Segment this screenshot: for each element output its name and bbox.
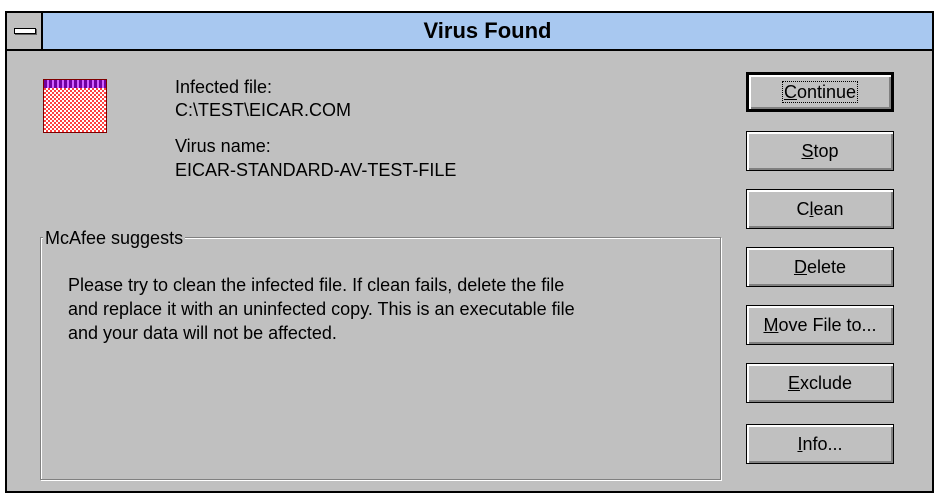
move-label-post: ove File to...: [778, 315, 877, 335]
stop-mnemonic: S: [801, 141, 814, 161]
move-file-button[interactable]: Move File to...: [746, 305, 894, 345]
clean-button[interactable]: Clean: [746, 189, 894, 229]
delete-mnemonic: D: [793, 257, 807, 277]
suggestion-line: and your data will not be affected.: [68, 323, 337, 343]
continue-button[interactable]: Continue: [746, 72, 894, 112]
delete-label-post: elete: [806, 257, 847, 277]
delete-button[interactable]: Delete: [746, 247, 894, 287]
exclude-label-post: xclude: [799, 373, 853, 393]
suggestion-line: Please try to clean the infected file. I…: [68, 275, 565, 295]
clean-label-post: ean: [813, 199, 844, 219]
window-title: Virus Found: [423, 18, 552, 43]
move-mnemonic: M: [763, 315, 779, 335]
virus-name-label: Virus name:: [175, 136, 271, 156]
system-menu-icon[interactable]: [7, 13, 43, 49]
exclude-mnemonic: E: [787, 373, 800, 393]
system-menu-bar: [14, 28, 36, 34]
clean-label-pre: C: [796, 199, 810, 219]
info-button[interactable]: Info...: [746, 424, 894, 464]
continue-mnemonic: C: [783, 82, 797, 102]
exclude-button[interactable]: Exclude: [746, 363, 894, 403]
virus-name-value: EICAR-STANDARD-AV-TEST-FILE: [175, 160, 457, 180]
title-bar: Virus Found: [7, 13, 932, 51]
continue-label-post: ontinue: [796, 82, 857, 102]
focus-rect: Continue: [781, 81, 859, 103]
infected-file-label: Infected file:: [175, 77, 273, 97]
virus-icon-header: [44, 80, 106, 88]
virus-found-dialog: Virus Found Infected file: C:\TEST\EICAR…: [5, 11, 934, 493]
infected-file-value: C:\TEST\EICAR.COM: [175, 100, 352, 120]
stop-button[interactable]: Stop: [746, 131, 894, 171]
suggestion-legend: McAfee suggests: [43, 228, 186, 249]
virus-file-icon: [43, 79, 107, 133]
info-label-post: nfo...: [802, 434, 843, 454]
stop-label-post: top: [813, 141, 839, 161]
suggestion-line: and replace it with an uninfected copy. …: [68, 299, 575, 319]
suggestion-text: Please try to clean the infected file. I…: [68, 273, 708, 345]
